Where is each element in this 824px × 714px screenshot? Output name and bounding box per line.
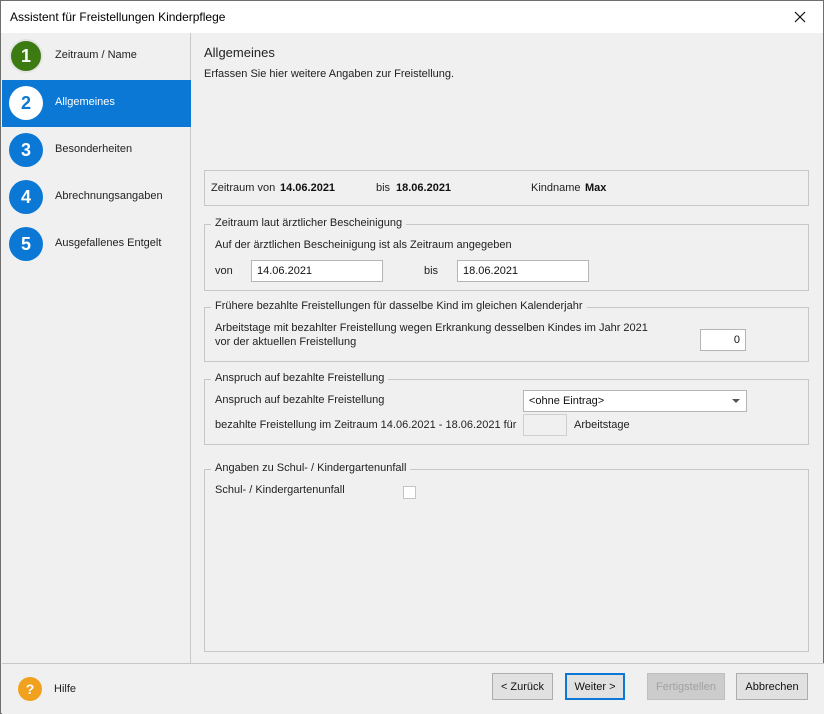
step-number-2: 2 xyxy=(9,86,43,120)
step-besonderheiten[interactable]: 3 Besonderheiten xyxy=(2,127,191,174)
content-panel: Allgemeines Erfassen Sie hier weitere An… xyxy=(192,33,823,663)
chevron-down-icon xyxy=(732,399,740,403)
page-title: Allgemeines xyxy=(204,45,275,60)
bescheinigung-info: Auf der ärztlichen Bescheinigung ist als… xyxy=(215,239,512,251)
step-label: Ausgefallenes Entgelt xyxy=(55,237,162,249)
window-title: Assistent für Freistellungen Kinderpfleg… xyxy=(10,10,226,24)
page-subtitle: Erfassen Sie hier weitere Angaben zur Fr… xyxy=(204,68,455,80)
step-label: Zeitraum / Name xyxy=(55,49,137,61)
footer-bar: ? Hilfe < Zurück Weiter > Fertigstellen … xyxy=(2,663,824,714)
anspruch-legend: Anspruch auf bezahlte Freistellung xyxy=(211,372,389,384)
fruehere-line2: vor der aktuellen Freistellung xyxy=(215,336,357,348)
fruehere-group: Frühere bezahlte Freistellungen für dass… xyxy=(204,300,809,362)
arbeitstage-unit: Arbeitstage xyxy=(574,419,630,431)
unfall-label: Schul- / Kindergartenunfall xyxy=(215,484,345,496)
step-zeitraum-name[interactable]: 1 Zeitraum / Name xyxy=(2,33,191,80)
von-label: von xyxy=(215,265,233,277)
zeitraum-arbeitstage-input xyxy=(523,414,567,436)
step-label: Allgemeines xyxy=(55,96,115,108)
anspruch-select[interactable]: <ohne Eintrag> xyxy=(523,390,747,412)
cancel-button[interactable]: Abbrechen xyxy=(736,673,808,700)
bis-label: bis xyxy=(376,182,391,194)
close-icon xyxy=(794,11,806,23)
step-allgemeines[interactable]: 2 Allgemeines xyxy=(2,80,191,127)
step-label: Besonderheiten xyxy=(55,143,133,155)
help-icon[interactable]: ? xyxy=(18,677,42,701)
anspruch-select-value: <ohne Eintrag> xyxy=(529,395,605,407)
bis-date-label: bis xyxy=(424,265,439,277)
von-date-input[interactable]: 14.06.2021 xyxy=(251,260,383,282)
finish-button: Fertigstellen xyxy=(647,673,725,700)
help-label[interactable]: Hilfe xyxy=(54,683,76,695)
kindname-label: Kindname xyxy=(531,182,581,194)
zeitraum-arbeitstage-label: bezahlte Freistellung im Zeitraum 14.06.… xyxy=(215,419,517,431)
bescheinigung-group: Zeitraum laut ärztlicher Bescheinigung A… xyxy=(204,217,809,291)
wizard-window: Assistent für Freistellungen Kinderpfleg… xyxy=(0,0,824,714)
step-number-5: 5 xyxy=(9,227,43,261)
fruehere-legend: Frühere bezahlte Freistellungen für dass… xyxy=(211,300,587,312)
zeitraum-von-label: Zeitraum von xyxy=(211,182,276,194)
step-number-1: 1 xyxy=(9,39,43,73)
unfall-group: Angaben zu Schul- / Kindergartenunfall S… xyxy=(204,462,809,652)
next-button[interactable]: Weiter > xyxy=(565,673,625,700)
step-abrechnungsangaben[interactable]: 4 Abrechnungsangaben xyxy=(2,174,191,221)
step-label: Abrechnungsangaben xyxy=(55,190,163,202)
bescheinigung-legend: Zeitraum laut ärztlicher Bescheinigung xyxy=(211,217,407,229)
unfall-legend: Angaben zu Schul- / Kindergartenunfall xyxy=(211,462,411,474)
anspruch-group: Anspruch auf bezahlte Freistellung Anspr… xyxy=(204,372,809,445)
arbeitstage-input[interactable]: 0 xyxy=(700,329,746,351)
unfall-checkbox[interactable] xyxy=(403,486,416,499)
back-button[interactable]: < Zurück xyxy=(492,673,553,700)
close-button[interactable] xyxy=(777,1,823,33)
fruehere-line1: Arbeitstage mit bezahlter Freistellung w… xyxy=(215,322,648,334)
step-sidebar: 1 Zeitraum / Name 2 Allgemeines 3 Besond… xyxy=(2,33,191,663)
step-number-3: 3 xyxy=(9,133,43,167)
kindname-value: Max xyxy=(585,182,607,194)
anspruch-label: Anspruch auf bezahlte Freistellung xyxy=(215,394,385,406)
step-ausgefallenes-entgelt[interactable]: 5 Ausgefallenes Entgelt xyxy=(2,221,191,268)
title-bar: Assistent für Freistellungen Kinderpfleg… xyxy=(1,1,823,33)
summary-box: Zeitraum von 14.06.2021 bis 18.06.2021 K… xyxy=(204,170,809,206)
bis-date-input[interactable]: 18.06.2021 xyxy=(457,260,589,282)
zeitraum-von-value: 14.06.2021 xyxy=(280,182,336,194)
bis-value: 18.06.2021 xyxy=(396,182,452,194)
step-number-4: 4 xyxy=(9,180,43,214)
